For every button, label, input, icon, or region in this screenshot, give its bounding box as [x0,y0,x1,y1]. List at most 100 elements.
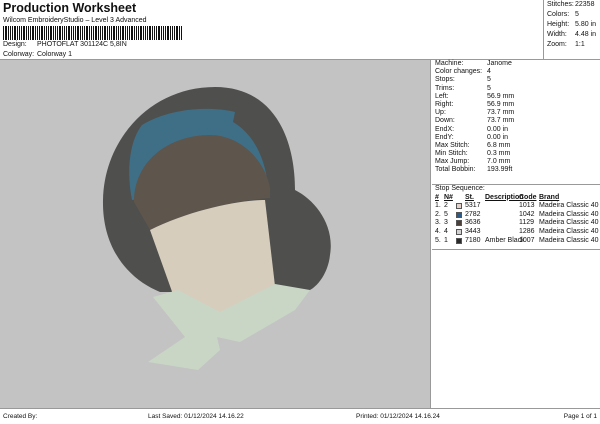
stat-value: 5.80 in [575,21,597,28]
color-swatch [456,228,462,235]
thread-brand: Madeira Classic 40 [539,202,599,210]
info-label: Max Jump: [435,158,470,166]
row-index: 2. [435,210,441,218]
thread-code: 1007 [519,236,535,244]
info-value: 73.7 mm [487,109,515,117]
info-row: Right: 56.9 mm [432,101,600,109]
stat-row: Width: 4.48 in [544,30,600,40]
page-number: Page 1 of 1 [563,413,597,420]
thread-code: 1013 [519,202,535,210]
info-label: Left: [435,92,449,100]
info-value: 193.99ft [487,166,513,174]
color-swatch [456,237,462,244]
stop-sequence-header: # N# St. Description Code Brand [432,194,600,203]
stat-label: Height: [547,21,570,28]
colorway-label: Colorway: [3,51,35,58]
stop-sequence-row: 2. 5 2782 1042 Madeira Classic 40 [432,211,600,220]
needle-number: 3 [444,219,448,227]
stat-value: 22358 [575,1,595,8]
thread-brand: Madeira Classic 40 [539,227,599,235]
stat-label: Colors: [547,11,570,18]
stat-value: 5 [575,11,579,18]
thread-description: Amber Black [485,236,525,244]
info-row: Stops: 5 [432,76,600,84]
stop-sequence-row: 3. 3 3636 1129 Madeira Classic 40 [432,219,600,228]
worksheet-header: Production Worksheet Wilcom EmbroiderySt… [0,0,600,60]
info-label: Down: [435,117,455,125]
info-value: 7.0 mm [487,158,511,166]
colorway-value: Colorway 1 [37,51,73,58]
info-value: 0.00 in [487,125,509,133]
info-row: Min Stitch: 0.3 mm [432,150,600,158]
stop-sequence-row: 5. 1 7180 Amber Black 1007 Madeira Classic 40 [432,237,600,246]
info-row: Up: 73.7 mm [432,109,600,117]
design-row: Design: PHOTOFLAT 301124C 5,8IN [3,41,127,48]
info-value: 56.9 mm [487,92,515,100]
stat-row: Colors: 5 [544,10,600,20]
info-row: EndX: 0.00 in [432,126,600,134]
needle-number: 5 [444,210,448,218]
colorway-row: Colorway: Colorway 1 [3,51,72,58]
info-value: 5 [487,84,491,92]
info-label: Machine: [435,60,464,67]
stop-sequence-row: 1. 2 5317 1013 Madeira Classic 40 [432,202,600,211]
stat-value: 4.48 in [575,31,597,38]
col-needle: N# [444,193,453,201]
row-index: 5. [435,236,441,244]
info-row: Trims: 5 [432,85,600,93]
needle-number: 4 [444,227,448,235]
info-label: Min Stitch: [435,150,468,158]
stats-box: Stitches: 22358 Colors: 5 Height: 5.80 in Widt… [543,0,600,60]
color-swatch [456,211,462,218]
row-index: 4. [435,227,441,235]
color-swatch [456,203,462,210]
thread-description [485,228,519,237]
stat-label: Width: [547,31,567,38]
info-value: 5 [487,76,491,84]
info-value: 73.7 mm [487,117,515,125]
thread-code: 1286 [519,227,535,235]
info-value: 0.00 in [487,133,509,141]
thread-code: 1042 [519,210,535,218]
info-value: 0.3 mm [487,150,511,158]
col-stitches: St. [465,193,474,201]
machine-info: Machine: Janome Color changes: 4 Stops: 5 Trim… [432,60,600,184]
stitch-code: 3443 [465,227,481,235]
info-row: Max Jump: 7.0 mm [432,158,600,166]
thread-description [485,211,519,220]
info-label: Right: [435,100,454,108]
info-row: Machine: Janome [432,60,600,68]
design-label: Design: [3,41,27,48]
created-by: Created By: [3,413,38,420]
info-row: Color changes: 4 [432,68,600,76]
stat-label: Zoom: [547,41,567,48]
color-swatch [456,220,462,227]
info-row: Left: 56.9 mm [432,93,600,101]
last-saved: Last Saved: 01/12/2024 14.16.22 [148,413,244,420]
info-value: Janome [487,60,512,67]
stat-label: Stitches: [547,1,574,8]
thread-brand: Madeira Classic 40 [539,210,599,218]
stitch-code: 7180 [465,236,481,244]
col-index: # [435,193,439,201]
info-label: Stops: [435,76,455,84]
info-label: Trims: [435,84,455,92]
thread-brand: Madeira Classic 40 [539,219,599,227]
design-preview [0,60,431,408]
row-index: 1. [435,202,441,210]
design-value: PHOTOFLAT 301124C 5,8IN [37,41,127,48]
stop-sequence-row: 4. 4 3443 1286 Madeira Classic 40 [432,228,600,237]
info-value: 4 [487,68,491,76]
thread-brand: Madeira Classic 40 [539,236,599,244]
stitch-code: 3636 [465,219,481,227]
info-label: Up: [435,109,446,117]
stat-row: Zoom: 1:1 [544,40,600,50]
stat-row: Height: 5.80 in [544,20,600,30]
info-label: EndY: [435,133,454,141]
row-index: 3. [435,219,441,227]
needle-number: 2 [444,202,448,210]
col-code: Code [519,193,537,201]
info-row: Total Bobbin: 193.99ft [432,166,600,174]
info-row: EndY: 0.00 in [432,134,600,142]
thread-description [485,219,519,228]
